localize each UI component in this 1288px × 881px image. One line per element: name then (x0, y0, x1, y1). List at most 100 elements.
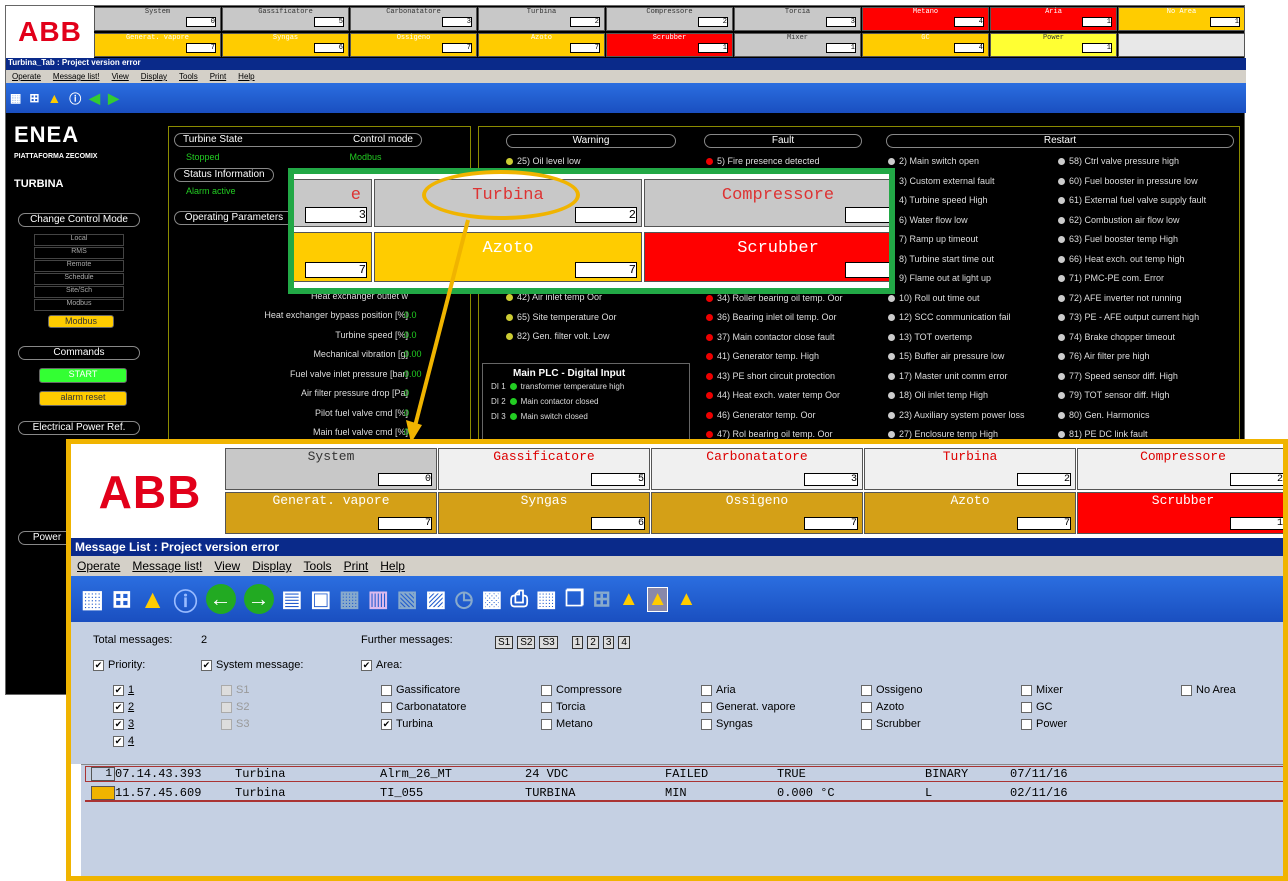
tree-icon[interactable]: ⊞ (112, 585, 132, 614)
menu-item[interactable]: Operate (77, 559, 120, 573)
area-checkbox[interactable]: Aria (701, 684, 736, 696)
priority-item[interactable]: ✔ 4 (113, 735, 134, 752)
further-button[interactable]: 4 (618, 636, 630, 649)
area-tile[interactable]: Power 1 (990, 33, 1117, 57)
menu-item[interactable]: Print (210, 72, 226, 81)
trend-icon[interactable]: ▦ (536, 586, 557, 612)
info-icon[interactable]: ⓘ (174, 582, 198, 617)
area-tile[interactable]: GC 4 (862, 33, 989, 57)
area-tile[interactable]: Compressore 2 (1077, 448, 1283, 490)
tree-icon[interactable]: ⊞ (29, 91, 39, 105)
area-tile[interactable]: No Area 1 (1118, 7, 1245, 31)
area-tile[interactable]: Azoto 7 (478, 33, 605, 57)
alarm-red-icon[interactable]: ▲ (646, 586, 669, 612)
menu-item[interactable]: Message list! (132, 559, 202, 573)
mode-item[interactable]: Site/Sch (34, 286, 124, 298)
area-tile[interactable]: Carbonatatore 3 (350, 7, 477, 31)
area-check[interactable]: ✔ Area: (361, 659, 402, 671)
area-tile[interactable]: Gassificatore 5 (222, 7, 349, 31)
windows-icon[interactable]: ❐ (565, 586, 585, 612)
area-checkbox[interactable]: Mixer (1021, 684, 1063, 696)
area-tile[interactable]: Ossigeno 7 (651, 492, 863, 534)
print-icon[interactable]: ⎙ (510, 586, 528, 612)
area-tile[interactable]: Scrubber 1 (1077, 492, 1283, 534)
alarm-reset-button[interactable]: alarm reset (39, 391, 127, 406)
clock-icon[interactable]: ◷ (454, 586, 473, 612)
zoom-tile[interactable]: 7 (294, 232, 372, 282)
start-button[interactable]: START (39, 368, 127, 383)
forward-icon[interactable]: → (243, 584, 274, 614)
chart-icon[interactable]: ▣ (310, 586, 331, 612)
area-tile[interactable] (1118, 33, 1245, 57)
further-button[interactable]: S1 (495, 636, 514, 649)
back-icon[interactable]: ← (205, 584, 236, 614)
area-checkbox[interactable]: Gassificatore (381, 684, 460, 696)
sys-priority-item[interactable]: S3 (221, 718, 249, 735)
zoom-tile[interactable]: Scrubber 1 (644, 232, 889, 282)
further-button[interactable]: 3 (602, 636, 615, 649)
area-tile[interactable]: Turbina 2 (478, 7, 605, 31)
area-tile[interactable]: Generat. vapore 7 (94, 33, 221, 57)
area-tile[interactable]: Carbonatatore 3 (651, 448, 863, 490)
mode-item[interactable]: Modbus (34, 299, 124, 311)
area-tile[interactable]: Compressore 2 (606, 7, 733, 31)
area-checkbox[interactable]: Power (1021, 718, 1067, 730)
area-tile[interactable]: Syngas 6 (222, 33, 349, 57)
further-button[interactable]: S2 (517, 636, 536, 649)
mode-item[interactable]: Local (34, 234, 124, 246)
menu-item[interactable]: Tools (179, 72, 198, 81)
calendar-icon[interactable]: ▩ (482, 586, 503, 612)
menu-item[interactable]: Display (252, 559, 291, 573)
priority-item[interactable]: ✔ 2 (113, 701, 134, 718)
area-tile[interactable]: Scrubber 1 (606, 33, 733, 57)
edit-icon[interactable]: ▧ (397, 586, 418, 612)
alarm-filter-icon[interactable]: ▲ (619, 588, 639, 611)
area-tile[interactable]: Syngas 6 (438, 492, 650, 534)
priority-item[interactable]: ✔ 3 (113, 718, 134, 735)
document-icon[interactable]: ▤ (282, 586, 303, 612)
area-tile[interactable]: Aria 1 (990, 7, 1117, 31)
menu-item[interactable]: View (214, 559, 240, 573)
zoom-tile[interactable]: Compressore 2 (644, 179, 889, 227)
area-tile[interactable]: System 0 (225, 448, 437, 490)
area-checkbox[interactable]: Compressore (541, 684, 622, 696)
mode-item[interactable]: RMS (34, 247, 124, 259)
further-button[interactable]: 2 (587, 636, 599, 649)
menu-item[interactable]: Help (238, 72, 254, 81)
sys-priority-item[interactable]: S1 (221, 684, 249, 701)
mode-item[interactable]: Schedule (34, 273, 124, 285)
grid-icon[interactable]: ▦ (81, 585, 104, 614)
sysmsg-check[interactable]: ✔ System message: (201, 659, 303, 671)
area-tile[interactable]: Mixer 1 (734, 33, 861, 57)
report-icon[interactable]: ▥ (368, 586, 389, 612)
area-tile[interactable]: Azoto 7 (864, 492, 1076, 534)
area-checkbox[interactable]: Ossigeno (861, 684, 922, 696)
zoom-tile[interactable]: e3 (294, 179, 372, 227)
modbus-button[interactable]: Modbus (48, 315, 114, 328)
area-tile[interactable]: Turbina 2 (864, 448, 1076, 490)
area-tile[interactable]: Generat. vapore 7 (225, 492, 437, 534)
priority-item[interactable]: ✔ 1 (113, 684, 134, 701)
area-checkbox[interactable]: No Area (1181, 684, 1236, 696)
warning-icon[interactable]: ▲ (47, 90, 61, 106)
area-checkbox[interactable]: Metano (541, 718, 593, 730)
area-checkbox[interactable]: Generat. vapore (701, 701, 796, 713)
menu-item[interactable]: Tools (304, 559, 332, 573)
area-checkbox[interactable]: Syngas (701, 718, 753, 730)
menu-item[interactable]: Message list! (53, 72, 100, 81)
grid-icon[interactable]: ▦ (10, 91, 21, 105)
table-icon[interactable]: ▦ (339, 586, 360, 612)
further-button[interactable]: 1 (571, 636, 584, 649)
menu-item[interactable]: Operate (12, 72, 41, 81)
area-tile[interactable]: Gassificatore 5 (438, 448, 650, 490)
further-button[interactable]: S3 (539, 636, 558, 649)
area-tile[interactable]: System 0 (94, 7, 221, 31)
menu-item[interactable]: Print (344, 559, 369, 573)
area-tile[interactable]: Ossigeno 7 (350, 33, 477, 57)
back-icon[interactable]: ◀ (89, 90, 100, 107)
sys-priority-item[interactable]: S2 (221, 701, 249, 718)
menu-item[interactable]: Display (141, 72, 167, 81)
area-tile[interactable]: Metano 4 (862, 7, 989, 31)
area-checkbox[interactable]: Azoto (861, 701, 904, 713)
mode-item[interactable]: Remote (34, 260, 124, 272)
